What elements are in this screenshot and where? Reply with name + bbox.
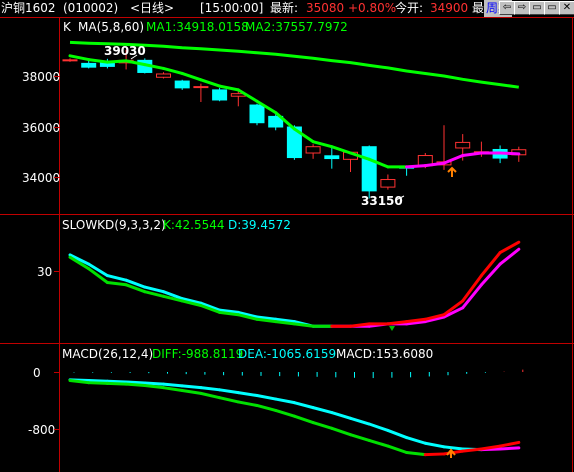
kd-k-line-segment-23 (479, 251, 502, 278)
ma2-value-label: MA2:37557.7972 (245, 20, 348, 34)
macd-diff-line-segment-12 (274, 408, 296, 418)
kd-d-line-segment-3 (105, 274, 128, 282)
macd-diff-line-segment-9 (218, 396, 240, 404)
macd-diff-line-segment-16 (349, 433, 371, 442)
candle-body-16 (361, 146, 377, 192)
chart-canvas: K MA(5,8,60) MA1:34918.0158 MA2:37557.79… (0, 17, 574, 472)
macd-dea-line-segment-19 (405, 436, 427, 445)
price-panel-k-label: K (63, 20, 72, 34)
macd-diff-line-segment-4 (124, 382, 147, 388)
candle-body-5 (156, 73, 171, 78)
macd-dea-line-segment-8 (199, 386, 222, 392)
macd-diff-line-segment-5 (143, 384, 165, 390)
macd-dea-line-segment-11 (255, 394, 278, 401)
candle-body-21 (455, 141, 471, 149)
kd-d-value: D:39.4572 (228, 218, 291, 232)
macd-dea-line-segment-3 (105, 379, 128, 384)
candle-body-10 (249, 104, 265, 124)
macd-dea-line-segment-24 (498, 446, 521, 451)
ma1-segment-2 (87, 58, 109, 64)
candle-body-17 (380, 179, 396, 188)
kd-line-layer (68, 240, 521, 328)
ma1-segment-24 (498, 151, 521, 156)
macd-diff-line-segment-8 (199, 391, 222, 400)
candle-body-0 (62, 59, 78, 62)
kd-tick-30: 30 (37, 265, 52, 279)
macd-diff-line-segment-20 (423, 452, 446, 457)
macd-diff-value: DIFF:-988.8119 (152, 347, 243, 361)
macd-diff-line-segment-19 (405, 451, 427, 457)
macd-diff-line-segment-15 (330, 426, 352, 437)
kd-k-value: K:42.5544 (163, 218, 225, 232)
kd-panel-label: SLOWKD(9,3,3,2) (62, 218, 166, 232)
macd-diff-line-segment-22 (461, 447, 483, 453)
macd-diff-line-segment-13 (292, 414, 315, 425)
candle-body-1 (81, 62, 97, 68)
ma1-segment-8 (199, 78, 222, 88)
macd-layer (68, 369, 524, 457)
macd-diff-line-segment-2 (87, 381, 109, 385)
macd-dea-line-segment-7 (180, 384, 203, 390)
macd-diff-line-segment-17 (367, 438, 390, 448)
high-annotation: 39030 (104, 44, 146, 58)
macd-tick-0: 0 (33, 366, 41, 380)
macd-dea-line-segment-9 (218, 388, 240, 395)
macd-dea-line-segment-21 (442, 445, 465, 451)
ma1-segment-6 (162, 66, 184, 75)
macd-dea-line-segment-13 (292, 401, 315, 410)
macd-diff-line-segment-14 (311, 421, 334, 430)
macd-dea-line-segment-6 (162, 382, 184, 388)
price-panel-ma-label: MA(5,8,60) (78, 20, 144, 34)
buy-signal-arrow (447, 166, 457, 177)
kd-signal-marker (389, 326, 395, 331)
macd-diff-line-segment-11 (255, 403, 278, 412)
macd-dea-line-segment-12 (274, 397, 296, 405)
macd-dea-line-segment-5 (143, 381, 165, 386)
macd-panel-label: MACD(26,12,4) (62, 347, 153, 361)
macd-dea-line-segment-16 (349, 416, 371, 426)
ma1-segment-7 (180, 71, 203, 82)
ma1-segment-21 (442, 154, 465, 165)
macd-dea-line-segment-20 (423, 441, 446, 449)
candle-body-13 (305, 146, 321, 154)
price-y-axis: 38000 36000 34000 (22, 70, 60, 185)
macd-diff-line-segment-7 (180, 389, 203, 395)
macd-diff-line-segment-10 (236, 400, 259, 407)
macd-diff-line-segment-6 (162, 386, 184, 393)
ma1-segment-9 (218, 84, 240, 92)
kd-k-line-segment-3 (105, 281, 128, 287)
candle-body-6 (174, 80, 190, 89)
macd-dea-line-segment-15 (330, 411, 352, 420)
candlestick-layer (62, 49, 527, 199)
chart-frame (0, 17, 574, 472)
macd-dea-value: DEA:-1065.6159 (238, 347, 336, 361)
candle-body-14 (324, 155, 340, 160)
macd-dea-line-segment-2 (87, 379, 109, 383)
ma1-segment-3 (105, 59, 128, 64)
macd-dea-line-segment-17 (367, 422, 390, 432)
macd-diff-line-segment-1 (68, 379, 91, 385)
ma1-segment-19 (405, 164, 427, 169)
macd-diff-line-segment-24 (498, 440, 521, 448)
candle-body-8 (212, 89, 228, 101)
ma1-segment-14 (311, 140, 334, 149)
ma1-value-label: MA1:34918.0158 (146, 20, 249, 34)
macd-dea-line-segment-18 (386, 428, 409, 440)
macd-dea-line-segment-14 (311, 406, 334, 415)
ma1-segment-22 (461, 151, 483, 158)
low-annotation: 33150 (361, 194, 403, 208)
candle-body-7 (193, 86, 209, 89)
macd-value: MACD:153.6080 (336, 347, 433, 361)
ma1-segment-1 (68, 54, 91, 62)
macd-tick-neg800: -800 (28, 423, 55, 437)
macd-diff-line-segment-18 (386, 444, 409, 455)
macd-dea-line-segment-10 (236, 391, 259, 398)
macd-diff-line-segment-3 (105, 381, 128, 386)
ma1-segment-15 (330, 145, 352, 155)
